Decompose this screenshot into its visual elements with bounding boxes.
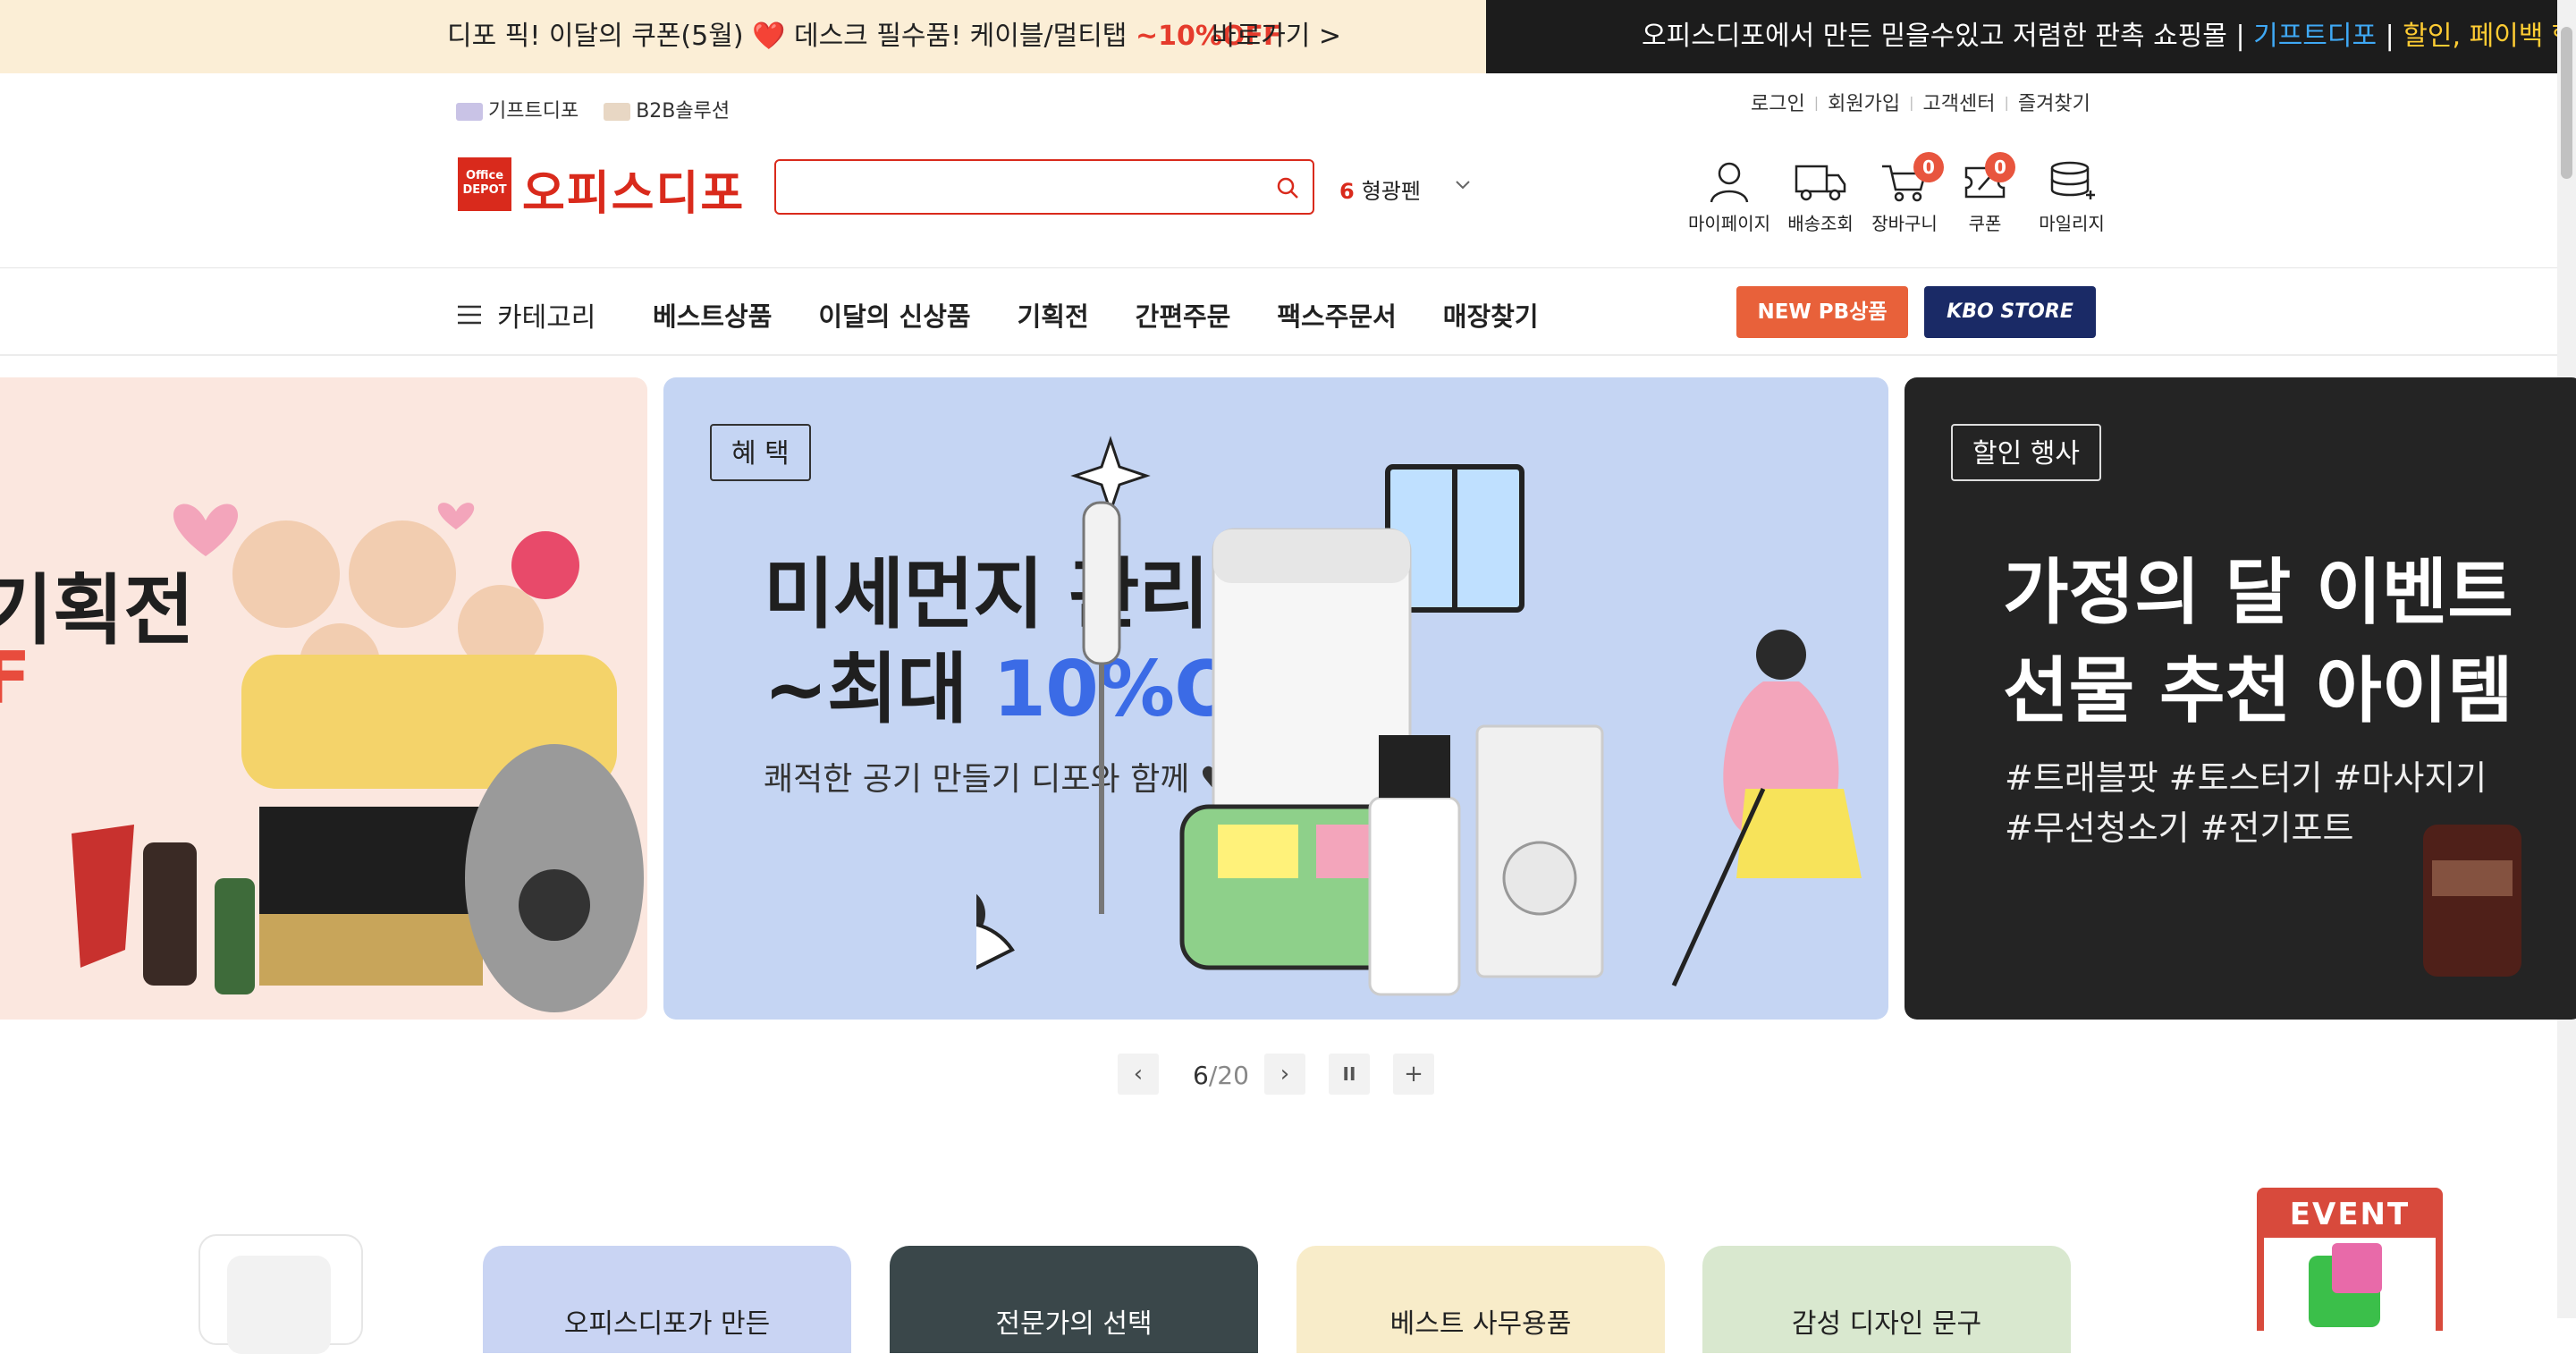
slider-next-button[interactable]: › — [1264, 1054, 1305, 1095]
theme-tile[interactable]: 감성 디자인 문구 — [1702, 1246, 2071, 1353]
nav-fax-order[interactable]: 팩스주문서 — [1277, 296, 1396, 334]
banner-tag: 할인 행사 — [1951, 424, 2101, 481]
gift-depot-link[interactable]: 기프트디포 — [456, 95, 579, 123]
cart-button[interactable]: 장바구니 0 — [1862, 152, 1947, 235]
nav-new[interactable]: 이달의 신상품 — [818, 296, 970, 334]
jar-illustration — [2423, 825, 2521, 977]
nav-promotion[interactable]: 기획전 — [1018, 296, 1089, 334]
kbo-store-button[interactable]: KBO STORE — [1924, 286, 2096, 338]
coupon-button[interactable]: 쿠폰 0 — [1942, 152, 2028, 235]
hamburger-icon — [458, 305, 481, 325]
family-gift-illustration — [72, 503, 644, 1012]
theme-tile[interactable]: 베스트 사무용품 — [1296, 1246, 1665, 1353]
slider-pager: 6/20 — [1193, 1061, 1249, 1090]
slider-prev-button[interactable]: ‹ — [1118, 1054, 1159, 1095]
plant-image — [227, 1256, 331, 1354]
gift-depot-icon — [456, 103, 483, 121]
delivery-button[interactable]: 배송조회 — [1778, 159, 1863, 235]
promo-text: 디포 픽! 이달의 쿠폰(5월) ❤️ 데스크 필수품! 케이블/멀티탭 ~10… — [447, 21, 1282, 52]
gift-icon — [2332, 1243, 2382, 1293]
banner-slide-next[interactable]: 할인 행사 가정의 달 이벤트 선물 추천 아이템 #트래블팟 #토스터기 #마… — [1905, 377, 2576, 1020]
main-nav: 베스트상품 이달의 신상품 기획전 간편주문 팩스주문서 매장찾기 — [653, 296, 1539, 334]
nav-divider-bottom — [0, 354, 2557, 356]
event-image — [2264, 1238, 2436, 1345]
nav-divider-top — [0, 267, 2557, 268]
utility-links: 기프트디포 B2B솔루션 — [456, 95, 730, 123]
popular-keyword[interactable]: 6 형광펜 — [1339, 173, 1421, 205]
banner-slide-prev[interactable]: 기획전 F — [0, 377, 647, 1020]
promo-banner-left[interactable]: 디포 픽! 이달의 쿠폰(5월) ❤️ 데스크 필수품! 케이블/멀티탭 ~10… — [0, 0, 1486, 73]
customer-center-link[interactable]: 고객센터 — [1922, 88, 1995, 116]
side-quick-card[interactable] — [198, 1234, 363, 1354]
favorites-link[interactable]: 즐겨찾기 — [2018, 88, 2090, 116]
chevron-down-icon[interactable] — [1454, 175, 1472, 193]
new-pb-button[interactable]: NEW PB상품 — [1736, 286, 1908, 338]
member-links: 로그인 | 회원가입 | 고객센터 | 즐겨찾기 — [1751, 88, 2090, 116]
slider-pause-button[interactable]: II — [1329, 1054, 1370, 1095]
login-link[interactable]: 로그인 — [1751, 88, 1805, 116]
search-box[interactable] — [774, 159, 1314, 215]
promo-link[interactable]: 바로가기 > — [1212, 0, 1341, 73]
slider-expand-button[interactable]: + — [1393, 1054, 1434, 1095]
mileage-button[interactable]: 마일리지 — [2023, 159, 2121, 235]
truck-icon — [1795, 165, 1846, 201]
b2b-link[interactable]: B2B솔루션 — [604, 95, 730, 123]
logo-mark[interactable]: Office DEPOT — [458, 157, 511, 211]
search-icon[interactable] — [1275, 175, 1300, 200]
nav-best[interactable]: 베스트상품 — [653, 296, 772, 334]
promo-banner-right[interactable]: 오피스디포에서 만든 믿을수있고 저렴한 판촉 쇼핑몰 | 기프트디포 | 할인… — [1486, 0, 2557, 73]
logo-text[interactable]: 오피스디포 — [522, 156, 745, 223]
mypage-button[interactable]: 마이페이지 — [1686, 159, 1772, 235]
user-icon — [1710, 162, 1749, 203]
banner-slide-active[interactable]: 혜 택 미세먼지 관리! ~최대 10%OFF 쾌적한 공기 만들기 디포와 함… — [663, 377, 1888, 1020]
coins-icon — [2050, 161, 2095, 199]
theme-tile[interactable]: 오피스디포가 만든 — [483, 1246, 851, 1353]
banner-tag: 혜 택 — [710, 424, 811, 481]
keyword-text: 형광펜 — [1361, 179, 1421, 204]
nav-store-finder[interactable]: 매장찾기 — [1443, 296, 1539, 334]
theme-tile[interactable]: 전문가의 선택 — [890, 1246, 1258, 1353]
heart-icon: ❤️ — [752, 21, 786, 52]
cart-count-badge: 0 — [1913, 152, 1944, 182]
scrollbar-thumb[interactable] — [2561, 27, 2572, 179]
promo-right-text: 오피스디포에서 만든 믿을수있고 저렴한 판촉 쇼핑몰 | 기프트디포 | 할인… — [1642, 21, 2557, 52]
b2b-icon — [604, 103, 631, 121]
banner-subtitle: F — [0, 637, 31, 720]
join-link[interactable]: 회원가입 — [1828, 88, 1900, 116]
search-input[interactable] — [792, 161, 1261, 213]
banner-title: 가정의 달 이벤트 선물 추천 아이템 — [2003, 551, 2513, 732]
category-menu-button[interactable]: 카테고리 — [456, 295, 595, 334]
nav-quick-order[interactable]: 간편주문 — [1136, 296, 1231, 334]
keyword-rank: 6 — [1339, 179, 1355, 204]
coupon-count-badge: 0 — [1985, 152, 2015, 182]
air-purifier-illustration — [976, 436, 1862, 996]
event-floating-banner[interactable]: EVENT — [2257, 1188, 2443, 1345]
